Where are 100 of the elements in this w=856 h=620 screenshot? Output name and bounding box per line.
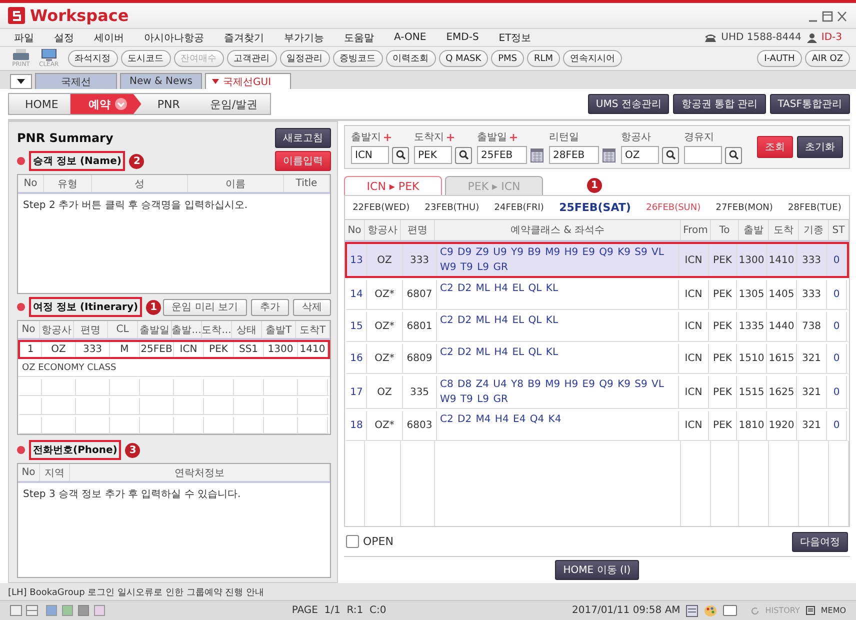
layout-icons[interactable]	[10, 605, 40, 616]
color-swatch-icons[interactable]	[46, 605, 106, 616]
input-field[interactable]: 28FEB	[549, 146, 599, 164]
next-itinerary-button[interactable]: 다음여정	[792, 532, 848, 552]
route-tab[interactable]: ICN ▸ PEK	[344, 176, 442, 195]
date-option[interactable]: 22FEB(WED)	[352, 202, 410, 212]
table-cell: OZ	[42, 342, 76, 357]
palette-icon[interactable]	[704, 604, 718, 616]
toolbar-button[interactable]: Q MASK	[438, 50, 488, 67]
flight-row[interactable]: 16 OZ* 6809 C2 D2 ML H4 EL QL KL ICN PEK 1510 1615 321 0	[345, 342, 849, 374]
column-header: 항공사	[365, 220, 401, 240]
menu-item[interactable]: 세이버	[94, 30, 124, 44]
flight-row[interactable]: 17 OZ 335 C8 D8 Z4 U4 Y8 B9 M9 H9 E9 Q9 K9 S9 VL W9 T9 L9 GR ICN PEK 1515 1625 321 0	[345, 374, 849, 409]
date-option[interactable]: 25FEB(SAT)	[559, 201, 631, 214]
tab-menu-button[interactable]	[10, 74, 32, 89]
calculator-icon[interactable]	[686, 604, 698, 616]
toolbar-button[interactable]: 증빙코드	[332, 50, 383, 67]
breadcrumb-step[interactable]: 운임/발권	[192, 94, 272, 114]
column-header: From	[681, 220, 711, 240]
hint-text: Step 3 승객 정보 추가 후 입력하실 수 있습니다.	[22, 488, 242, 502]
table-cell: 0	[827, 411, 847, 440]
menu-item[interactable]: 파일	[14, 30, 34, 44]
date-option[interactable]: 26FEB(SUN)	[646, 202, 701, 212]
menu-item[interactable]: 아시아나항공	[144, 30, 204, 44]
toolbar-button[interactable]: 좌석지정	[68, 50, 118, 67]
flight-row[interactable]: 15 OZ* 6801 C2 D2 ML H4 EL QL KL ICN PEK 1335 1440 738 0	[345, 310, 849, 342]
table-cell: ICN	[679, 411, 709, 440]
refresh-button[interactable]: 새로고침	[275, 128, 331, 148]
table-cell: 333	[797, 280, 827, 309]
input-field[interactable]: 25FEB	[477, 146, 527, 164]
table-cell: 1810	[737, 411, 767, 440]
flight-row[interactable]: 18 OZ* 6803 C2 D2 M4 H4 E4 Q4 K4 ICN PEK 1810 1920 321 0	[345, 409, 849, 441]
search-icon	[396, 150, 406, 160]
tab[interactable]: 국제선GUI	[205, 73, 291, 89]
toolbar-button[interactable]: RLM	[527, 50, 560, 67]
action-button[interactable]: UMS 전송관리	[588, 94, 670, 114]
table-cell: ICN	[174, 342, 204, 357]
breadcrumb-step[interactable]: PNR	[139, 94, 194, 114]
menu-item[interactable]: 즐겨찾기	[224, 30, 264, 44]
input-field[interactable]: OZ	[621, 146, 659, 164]
input-field[interactable]: PEK	[414, 146, 452, 164]
table-cell: PEK	[709, 280, 737, 309]
memo-button[interactable]: MEMO	[820, 606, 846, 615]
table-cell: 16	[347, 344, 367, 373]
flight-row[interactable]: 13 OZ 333 C9 D9 Z9 U9 Y9 B9 M9 H9 E9 Q9 K9 S9 VL W9 T9 L9 GR ICN PEK 1300 1410 333 0	[345, 242, 849, 278]
breadcrumb-step[interactable]: HOME	[9, 94, 72, 114]
date-option[interactable]: 28FEB(TUE)	[788, 202, 842, 212]
menu-item[interactable]: 도움말	[344, 30, 374, 44]
toolbar-button[interactable]: 도시코드	[120, 50, 171, 67]
column-header: 유형	[44, 175, 92, 192]
window-controls-icon[interactable]	[808, 10, 848, 22]
table-cell: ICN	[679, 280, 709, 309]
search-button[interactable]	[662, 146, 679, 164]
action-button[interactable]: 항공권 통합 관리	[673, 94, 766, 114]
action-button[interactable]: TASF통합관리	[770, 94, 850, 114]
date-option[interactable]: 23FEB(THU)	[424, 202, 480, 212]
calendar-icon[interactable]	[530, 147, 544, 163]
toolbar-button[interactable]: I-AUTH	[757, 50, 802, 67]
tab[interactable]: New & News	[120, 73, 202, 89]
toolbar-button[interactable]: 이력조회	[386, 50, 436, 67]
menu-item[interactable]: EMD-S	[446, 32, 479, 43]
date-time: 2017/01/11 09:58 AM	[572, 605, 680, 616]
step-badge: 1	[587, 178, 602, 192]
checkbox[interactable]	[346, 535, 359, 548]
itinerary-action-button[interactable]: 삭제	[293, 298, 331, 316]
search-submit-button[interactable]: 조회	[757, 136, 793, 158]
input-field[interactable]	[684, 146, 722, 164]
column-header: No	[18, 321, 40, 338]
table-cell: 0	[827, 312, 847, 341]
breadcrumb-step[interactable]: 예약	[70, 94, 142, 114]
toolbar-button[interactable]: 일정관리	[280, 50, 330, 67]
hint-text: Step 2 추가 버튼 클릭 후 승객명을 입력하십시오.	[22, 199, 249, 213]
search-button[interactable]	[392, 146, 409, 164]
input-field[interactable]: ICN	[351, 146, 389, 164]
name-entry-button[interactable]: 이름입력	[275, 151, 331, 171]
menu-item[interactable]: ET정보	[498, 30, 532, 44]
step-badge: 1	[146, 300, 162, 314]
table-cell: 1335	[737, 312, 767, 341]
date-option[interactable]: 27FEB(MON)	[716, 202, 773, 212]
toolbar-button[interactable]: 고객관리	[226, 50, 277, 67]
toolbar-button[interactable]: PMS	[491, 50, 524, 67]
menu-item[interactable]: 부가기능	[284, 30, 324, 44]
search-button[interactable]	[455, 146, 472, 164]
itinerary-row[interactable]: 1 OZ 333 M 25FEB ICN PEK SS1 1300 1410	[18, 340, 330, 359]
reset-button[interactable]: 초기화	[797, 136, 843, 158]
home-button[interactable]: HOME 이동 (I)	[555, 560, 639, 580]
search-button[interactable]	[725, 146, 742, 164]
date-option[interactable]: 24FEB(FRI)	[494, 202, 544, 212]
toolbar-button[interactable]: 연속지시어	[563, 50, 622, 67]
flight-row[interactable]: 14 OZ* 6807 C2 D2 ML H4 EL QL KL ICN PEK 1305 1405 333 0	[345, 278, 849, 310]
itinerary-action-button[interactable]: 운임 미리 보기	[162, 298, 247, 316]
caret-icon	[17, 79, 25, 84]
toolbar-button[interactable]: AIR OZ	[804, 50, 850, 67]
window-icon[interactable]	[723, 605, 738, 616]
menu-item[interactable]: A-ONE	[394, 32, 426, 43]
status-dot	[17, 446, 25, 454]
menu-item[interactable]: 설정	[54, 30, 74, 44]
tab[interactable]: 국제선	[35, 73, 117, 89]
calendar-icon[interactable]	[602, 147, 616, 163]
itinerary-action-button[interactable]: 추가	[251, 298, 289, 316]
